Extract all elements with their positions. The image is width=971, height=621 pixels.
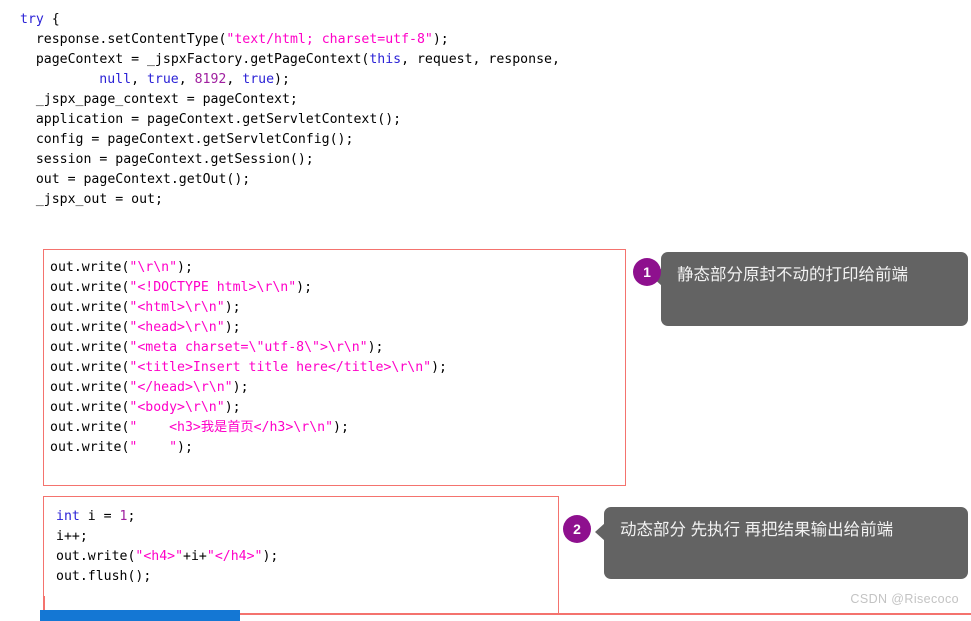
code-token: out.write(: [50, 440, 130, 455]
code-token: "<h4>": [135, 549, 184, 564]
code-token: i =: [79, 509, 120, 524]
code-token: "<head>\r\n": [129, 320, 225, 335]
code-token: null: [99, 72, 132, 87]
code-token: );: [224, 400, 241, 415]
code-dynamic-line: int i = 1;: [56, 507, 135, 527]
code-token: );: [177, 440, 193, 455]
code-static-line: out.write("<body>\r\n");: [50, 398, 241, 418]
code-token: out = pageContext.getOut();: [35, 172, 251, 187]
code-token: );: [296, 280, 313, 295]
code-static-line: out.write(" <h3>我是首页</h3>\r\n");: [50, 418, 349, 438]
annotation-badge-1[interactable]: 1: [633, 258, 661, 286]
code-token: );: [431, 360, 447, 375]
code-token: , request, response,: [401, 52, 560, 67]
code-static-line: out.write("\r\n");: [50, 258, 193, 278]
code-token: true: [146, 72, 179, 87]
code-token: "<!DOCTYPE html>\r\n": [129, 280, 297, 295]
code-token: pageContext = _jspxFactory.getPageContex…: [35, 52, 370, 67]
code-token: out.write(: [50, 400, 130, 415]
code-token: out.write(: [50, 340, 130, 355]
selection-highlight-bar: [40, 610, 240, 621]
code-token: "<body>\r\n": [129, 400, 225, 415]
code-token: out.write(: [50, 380, 130, 395]
code-token: application = pageContext.getServletCont…: [35, 112, 402, 127]
code-token: _jspx_page_context = pageContext;: [35, 92, 298, 107]
code-token: +i+: [183, 549, 207, 564]
annotation-badge-2[interactable]: 2: [563, 515, 591, 543]
code-token: "</h4>": [206, 549, 263, 564]
code-token: " <h3>我是首页</h3>\r\n": [129, 420, 334, 435]
code-token: "\r\n": [129, 260, 178, 275]
code-token: "</head>\r\n": [129, 380, 233, 395]
code-token: );: [274, 72, 290, 87]
code-top-line: pageContext = _jspxFactory.getPageContex…: [36, 50, 560, 70]
code-token: _jspx_out = out;: [35, 192, 163, 207]
code-token: response.setContentType(: [35, 32, 227, 47]
code-token: ;: [127, 509, 136, 524]
code-static-line: out.write("<head>\r\n");: [50, 318, 241, 338]
code-top-line: try {: [20, 10, 60, 30]
code-token: ,: [131, 72, 147, 87]
code-token: 8192: [194, 72, 227, 87]
code-static-line: out.write("<html>\r\n");: [50, 298, 241, 318]
code-token: );: [224, 320, 241, 335]
code-dynamic-line: out.write("<h4>"+i+"</h4>");: [56, 547, 278, 567]
code-token: true: [242, 72, 275, 87]
code-token: );: [232, 380, 249, 395]
code-top-line: _jspx_out = out;: [36, 190, 163, 210]
code-token: );: [367, 340, 384, 355]
code-token: i++;: [56, 529, 88, 544]
code-dynamic-line: i++;: [56, 527, 88, 547]
code-token: );: [224, 300, 241, 315]
code-top-line: _jspx_page_context = pageContext;: [36, 90, 298, 110]
code-token: ,: [226, 72, 243, 87]
code-static-line: out.write("<meta charset=\"utf-8\">\r\n"…: [50, 338, 383, 358]
code-token: ,: [178, 72, 195, 87]
code-token: "<title>Insert title here</title>\r\n": [129, 360, 432, 375]
code-static-line: out.write(" ");: [50, 438, 193, 458]
code-token: );: [262, 549, 279, 564]
code-token: out.write(: [50, 320, 130, 335]
code-dynamic-line: out.flush();: [56, 567, 151, 587]
code-token: out.write(: [50, 420, 130, 435]
code-top-line: config = pageContext.getServletConfig();: [36, 130, 354, 150]
code-static-line: out.write("<!DOCTYPE html>\r\n");: [50, 278, 312, 298]
code-token: );: [333, 420, 349, 435]
code-top-line: null, true, 8192, true);: [99, 70, 290, 90]
code-token: "<html>\r\n": [129, 300, 225, 315]
code-token: out.write(: [50, 280, 130, 295]
code-token: "text/html; charset=utf-8": [226, 32, 433, 47]
code-token: int: [56, 509, 80, 524]
code-token: this: [369, 52, 402, 67]
annotation-callout-1: 静态部分原封不动的打印给前端: [652, 252, 968, 326]
code-token: config = pageContext.getServletConfig();: [35, 132, 354, 147]
code-token: out.write(: [50, 260, 130, 275]
watermark-label: CSDN @Risecoco: [850, 592, 959, 606]
code-top-line: application = pageContext.getServletCont…: [36, 110, 401, 130]
annotation-callout-2: 动态部分 先执行 再把结果输出给前端: [595, 507, 968, 579]
code-token: );: [177, 260, 193, 275]
code-token: out.write(: [50, 360, 130, 375]
code-static-line: out.write("<title>Insert title here</tit…: [50, 358, 447, 378]
code-top-line: out = pageContext.getOut();: [36, 170, 250, 190]
code-token: session = pageContext.getSession();: [35, 152, 314, 167]
code-token: out.write(: [56, 549, 136, 564]
code-token: " ": [129, 440, 178, 455]
code-token: );: [432, 32, 449, 47]
code-token: try: [20, 12, 44, 27]
code-token: "<meta charset=\"utf-8\">\r\n": [129, 340, 368, 355]
code-token: {: [43, 12, 60, 27]
code-top-line: session = pageContext.getSession();: [36, 150, 314, 170]
code-token: out.flush();: [56, 569, 152, 584]
code-token: out.write(: [50, 300, 130, 315]
code-static-line: out.write("</head>\r\n");: [50, 378, 249, 398]
code-top-line: response.setContentType("text/html; char…: [36, 30, 449, 50]
